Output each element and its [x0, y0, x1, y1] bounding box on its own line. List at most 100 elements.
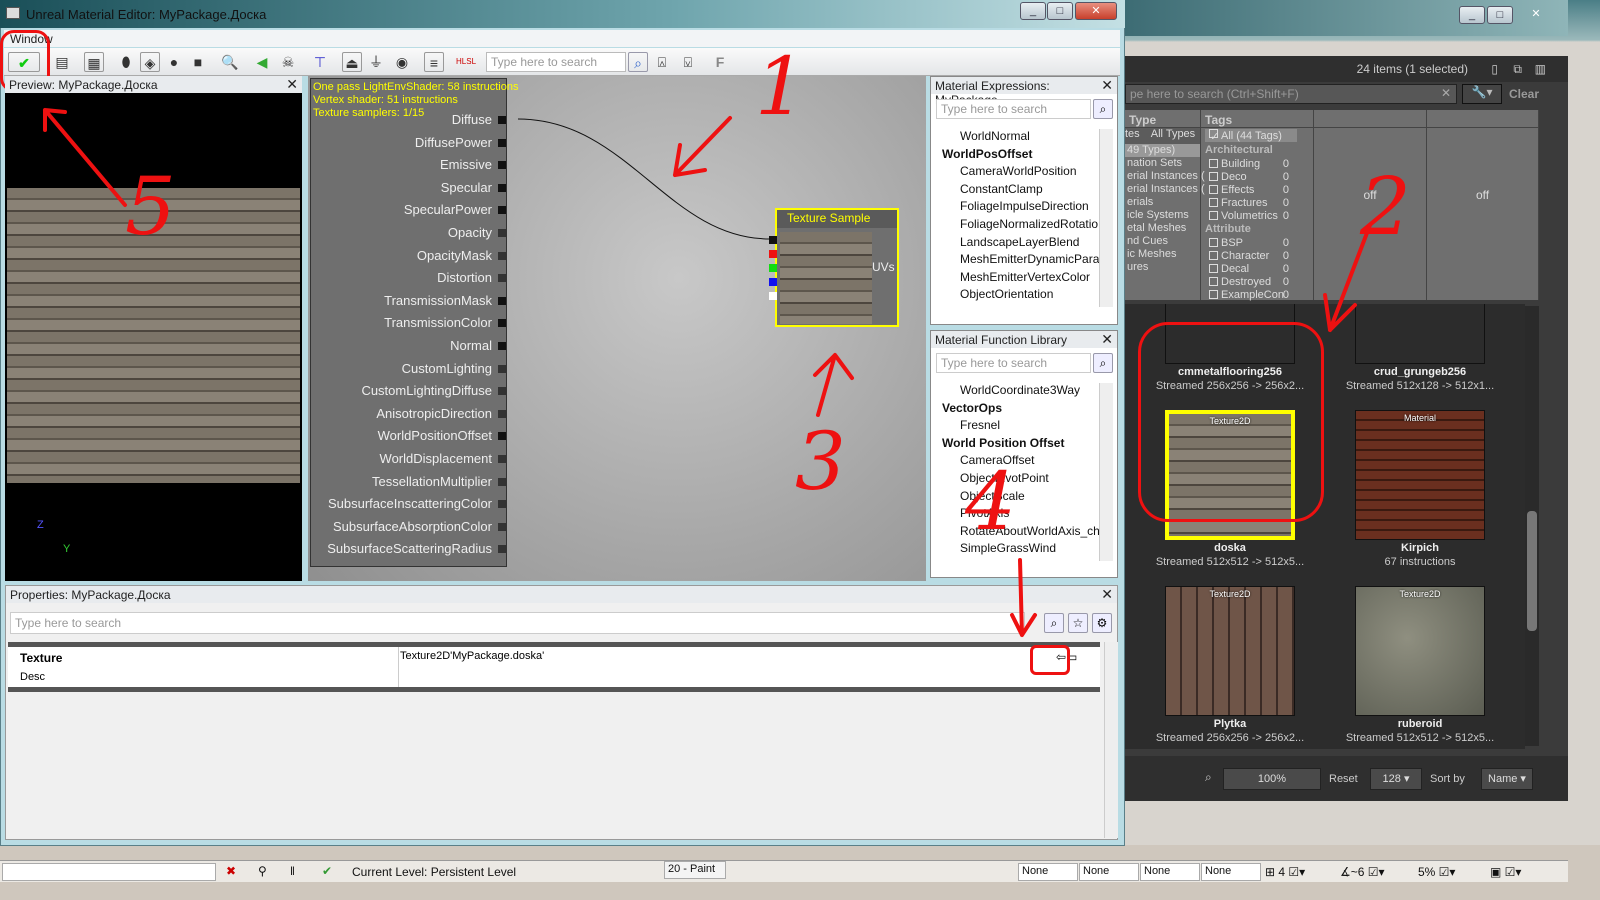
- paint-tab[interactable]: 20 - Paint: [664, 861, 726, 879]
- uvs-pin[interactable]: UVs: [872, 260, 895, 274]
- search-options-button[interactable]: 🔧▾: [1462, 84, 1502, 104]
- f-button[interactable]: F: [710, 52, 730, 72]
- close-icon[interactable]: ✕: [1101, 77, 1113, 94]
- use-selected-icon[interactable]: ⇦▭: [1056, 650, 1077, 664]
- expression-item[interactable]: CameraOffset: [936, 453, 1101, 471]
- reset-button[interactable]: Reset: [1329, 773, 1358, 785]
- expression-item[interactable]: ObjectOrientation: [936, 287, 1101, 305]
- material-input-pin[interactable]: TessellationMultiplier: [309, 474, 506, 494]
- expression-item[interactable]: MeshEmitterDynamicPara: [936, 252, 1101, 270]
- toolbar-search-input[interactable]: Type here to search: [486, 52, 626, 72]
- type-filter-item[interactable]: nd Cues: [1125, 235, 1200, 248]
- go-to-icon[interactable]: ◀: [252, 52, 272, 72]
- tag-item[interactable]: BSP 0: [1201, 237, 1313, 250]
- tag-item[interactable]: Deco 0: [1201, 171, 1313, 184]
- type-filter-item[interactable]: erial Instances (: [1125, 183, 1205, 196]
- close-button[interactable]: ✕: [1517, 6, 1555, 24]
- toggle-stats-icon[interactable]: ⏏: [342, 52, 362, 72]
- zoom-field[interactable]: 100%: [1223, 768, 1321, 790]
- none-field[interactable]: None: [1201, 863, 1261, 881]
- r-output-pin[interactable]: [769, 250, 777, 258]
- checkbox[interactable]: [1209, 251, 1218, 260]
- material-input-pin[interactable]: Diffuse: [309, 112, 506, 132]
- none-field[interactable]: None: [1079, 863, 1139, 881]
- minimize-button[interactable]: _: [1459, 6, 1485, 24]
- checkbox[interactable]: [1209, 290, 1218, 299]
- find-prev-icon[interactable]: ⍓: [652, 52, 672, 72]
- clear-button[interactable]: Clear: [1509, 87, 1539, 101]
- popout-icon[interactable]: ⧉: [1513, 62, 1522, 77]
- tab-favorites[interactable]: tes: [1125, 128, 1140, 140]
- material-input-pin[interactable]: Normal: [309, 338, 506, 358]
- search-icon[interactable]: ⌕: [1093, 353, 1113, 373]
- material-input-pin[interactable]: SubsurfaceScatteringRadius: [309, 541, 506, 561]
- bug-icon[interactable]: ✖: [226, 864, 236, 878]
- checkbox[interactable]: [1209, 277, 1218, 286]
- g-output-pin[interactable]: [769, 264, 777, 272]
- dock-icon[interactable]: ▥: [1535, 62, 1546, 76]
- function-search-input[interactable]: Type here to search: [936, 353, 1091, 373]
- tag-item[interactable]: Decal 0: [1201, 263, 1313, 276]
- eye-icon[interactable]: ◉: [392, 52, 412, 72]
- favorite-icon[interactable]: ☆: [1068, 613, 1088, 633]
- expression-item[interactable]: ObjectPivotPoint: [936, 471, 1101, 489]
- tab-all-types[interactable]: All Types: [1151, 128, 1195, 140]
- new-panel-icon[interactable]: ▯: [1491, 62, 1498, 76]
- clear-search-icon[interactable]: ✕: [1441, 86, 1451, 100]
- close-icon[interactable]: ✕: [1101, 586, 1113, 603]
- apply-checkmark-icon[interactable]: ✔: [8, 52, 40, 72]
- expression-item[interactable]: FoliageNormalizedRotatio: [936, 217, 1101, 235]
- expressions-search-input[interactable]: Type here to search: [936, 99, 1091, 119]
- grid-snap[interactable]: ⊞ 4 ☑▾: [1265, 865, 1305, 879]
- type-filter-item[interactable]: nation Sets: [1125, 157, 1200, 170]
- checkbox[interactable]: [1209, 185, 1218, 194]
- search-icon[interactable]: ⌕: [1093, 99, 1113, 119]
- preview-viewport[interactable]: Z Y: [5, 76, 302, 581]
- rotation-snap[interactable]: ∡~6 ☑▾: [1340, 865, 1385, 879]
- type-filter-item[interactable]: ic Meshes: [1125, 248, 1200, 261]
- clean-nodes-icon[interactable]: ▤: [52, 52, 72, 72]
- expression-item[interactable]: LandscapeLayerBlend: [936, 235, 1101, 253]
- material-input-pin[interactable]: SubsurfaceInscatteringColor: [309, 496, 506, 516]
- checkbox[interactable]: [1209, 238, 1218, 247]
- b-output-pin[interactable]: [769, 278, 777, 286]
- checkbox[interactable]: [1209, 172, 1218, 181]
- material-input-pin[interactable]: Distortion: [309, 270, 506, 290]
- asset-thumbnail[interactable]: Texture2D: [1165, 586, 1295, 716]
- asset-thumbnail[interactable]: Texture2D: [1165, 410, 1295, 540]
- close-icon[interactable]: ✕: [286, 76, 298, 93]
- asset-thumbnail[interactable]: [1355, 304, 1485, 364]
- properties-search-input[interactable]: Type here to search: [10, 612, 1025, 634]
- cube-icon[interactable]: ◈: [140, 52, 160, 72]
- material-input-pin[interactable]: Specular: [309, 180, 506, 200]
- material-input-pin[interactable]: OpacityMask: [309, 248, 506, 268]
- expression-item[interactable]: WorldCoordinate3Way: [936, 383, 1101, 401]
- expression-item[interactable]: Fresnel: [936, 418, 1101, 436]
- material-input-pin[interactable]: WorldDisplacement: [309, 451, 506, 471]
- a-output-pin[interactable]: [769, 292, 777, 300]
- close-icon[interactable]: ✕: [1101, 331, 1113, 348]
- material-input-pin[interactable]: TransmissionMask: [309, 293, 506, 313]
- cylinder-icon[interactable]: ⬮: [116, 52, 136, 72]
- type-filter-item[interactable]: etal Meshes: [1125, 222, 1200, 235]
- stats-text-icon[interactable]: ≡: [424, 52, 444, 72]
- command-input[interactable]: [2, 863, 216, 881]
- tag-item[interactable]: ExampleCon 0: [1201, 289, 1313, 302]
- extra-toggles[interactable]: ▣ ☑▾: [1490, 865, 1521, 879]
- tag-all[interactable]: ✓ All (44 Tags): [1205, 129, 1297, 143]
- none-field[interactable]: None: [1140, 863, 1200, 881]
- function-scrollbar[interactable]: [1099, 383, 1113, 561]
- material-input-pin[interactable]: Opacity: [309, 225, 506, 245]
- material-input-pin[interactable]: SubsurfaceAbsorptionColor: [309, 519, 506, 539]
- checkbox[interactable]: [1209, 198, 1218, 207]
- texture-value[interactable]: Texture2D'MyPackage.doska': [400, 650, 544, 662]
- type-filter-item[interactable]: 49 Types): [1125, 144, 1200, 157]
- scale-snap[interactable]: 5% ☑▾: [1418, 865, 1455, 879]
- grid-icon[interactable]: ▦: [84, 52, 104, 72]
- material-input-pin[interactable]: CustomLightingDiffuse: [309, 383, 506, 403]
- tag-item[interactable]: Fractures 0: [1201, 197, 1313, 210]
- level-icon[interactable]: ✔: [322, 864, 332, 878]
- plane-icon[interactable]: ■: [188, 52, 208, 72]
- checkbox[interactable]: [1209, 211, 1218, 220]
- tag-item[interactable]: Effects 0: [1201, 184, 1313, 197]
